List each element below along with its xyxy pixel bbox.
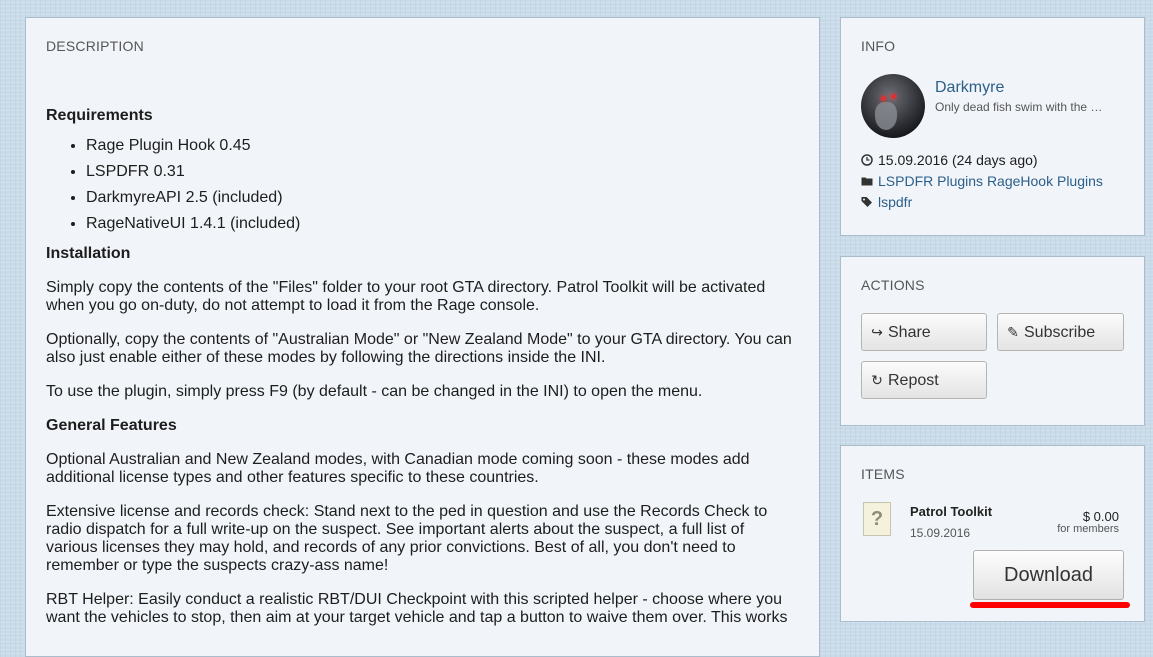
share-button[interactable]: ↪ Share [861, 313, 987, 351]
info-panel: INFO Darkmyre Only dead fish swim with t… [840, 17, 1145, 236]
paperclip-icon: ✎ [1007, 324, 1019, 340]
list-item: DarkmyreAPI 2.5 (included) [86, 185, 799, 211]
item-date: 15.09.2016 [910, 526, 971, 540]
unknown-file-icon: ? [863, 502, 891, 536]
tag-link[interactable]: lspdfr [878, 194, 912, 210]
repost-button[interactable]: ↻ Repost [861, 361, 987, 399]
features-paragraph-1: Optional Australian and New Zealand mode… [46, 451, 750, 486]
installation-paragraph-1: Simply copy the contents of the "Files" … [46, 279, 766, 314]
item-price-note: for members [1057, 523, 1119, 535]
avatar-eye-shape [891, 94, 896, 99]
download-highlight-underline [970, 602, 1130, 608]
list-item: Rage Plugin Hook 0.45 [86, 133, 799, 159]
features-paragraph-3: RBT Helper: Easily conduct a realistic R… [46, 591, 788, 626]
avatar[interactable] [861, 74, 925, 138]
features-paragraph-2: Extensive license and records check: Sta… [46, 503, 768, 574]
subscribe-label: Subscribe [1024, 324, 1096, 341]
info-title: INFO [861, 38, 896, 54]
category-row: LSPDFR Plugins RageHook Plugins [861, 173, 1103, 189]
description-panel: DESCRIPTION Requirements Rage Plugin Hoo… [25, 17, 820, 657]
list-item: RageNativeUI 1.4.1 (included) [86, 211, 799, 237]
description-title: DESCRIPTION [46, 38, 144, 54]
actions-title: ACTIONS [861, 277, 925, 293]
installation-heading: Installation [46, 245, 131, 262]
item-name: Patrol Toolkit [910, 504, 993, 519]
share-label: Share [888, 324, 931, 341]
actions-panel: ACTIONS ↪ Share ✎ Subscribe ↻ Repost [840, 256, 1145, 426]
installation-paragraph-3: To use the plugin, simply press F9 (by d… [46, 383, 703, 400]
features-heading: General Features [46, 417, 177, 434]
category-link-ragehook[interactable]: RageHook Plugins [987, 173, 1103, 189]
clock-icon [861, 154, 873, 166]
requirements-heading: Requirements [46, 107, 153, 124]
tag-row: lspdfr [861, 194, 912, 210]
avatar-eye-shape [881, 96, 886, 101]
repost-label: Repost [888, 372, 939, 389]
requirements-list: Rage Plugin Hook 0.45 LSPDFR 0.31 Darkmy… [46, 133, 799, 237]
upload-date-row: 15.09.2016 (24 days ago) [861, 152, 1038, 168]
author-link[interactable]: Darkmyre [935, 79, 1004, 97]
author-title: Only dead fish swim with the stream [935, 100, 1105, 114]
installation-paragraph-2: Optionally, copy the contents of "Austra… [46, 331, 792, 366]
subscribe-button[interactable]: ✎ Subscribe [997, 313, 1124, 351]
tags-icon [861, 197, 872, 207]
refresh-icon: ↻ [871, 372, 883, 388]
list-item: LSPDFR 0.31 [86, 159, 799, 185]
items-title: ITEMS [861, 466, 905, 482]
items-panel: ITEMS ? Patrol Toolkit 15.09.2016 $ 0.00… [840, 445, 1145, 622]
share-icon: ↪ [871, 324, 883, 340]
folder-icon [861, 177, 873, 186]
category-link-lspdfr[interactable]: LSPDFR Plugins [878, 173, 983, 189]
upload-date: 15.09.2016 (24 days ago) [878, 152, 1038, 168]
avatar-mask-shape [875, 102, 897, 130]
download-button[interactable]: Download [973, 550, 1124, 600]
item-price: $ 0.00 [1082, 509, 1119, 524]
